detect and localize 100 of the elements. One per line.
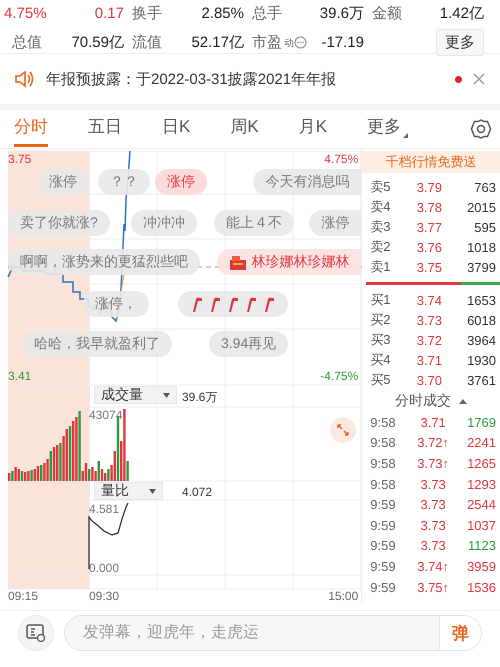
trades-title: 分时成交 (395, 392, 452, 410)
sticker-icon (264, 296, 274, 312)
document-gear-icon (25, 623, 47, 643)
trade-volume: 3959 (466, 558, 496, 574)
bid-level: 买5 (370, 371, 392, 389)
volume-total: 39.6万 (182, 389, 218, 406)
chart-tab[interactable]: 周K (230, 111, 259, 147)
danmaku-settings-button[interactable] (18, 615, 54, 651)
gift-box-icon (229, 254, 248, 270)
ask-volume: 1018 (466, 240, 496, 254)
settings-icon[interactable] (470, 118, 492, 140)
stat-value: 52.17亿 (190, 33, 244, 52)
bid-volume: 3964 (466, 332, 496, 348)
bid-level: 买1 (370, 291, 392, 309)
close-button[interactable] (472, 72, 486, 86)
trade-price: 3.72↑ (416, 435, 450, 450)
dropdown-caret-icon (163, 392, 170, 398)
trade-price: 3.73 (419, 497, 447, 512)
danmaku-comment: 啊啊，涨势来的更猛烈些吧 (8, 249, 200, 275)
ask-volume: 595 (473, 220, 496, 234)
chart-tab[interactable]: 更多 (367, 111, 408, 147)
ask-volume: 3799 (466, 260, 496, 274)
danmaku-comment: 3.94再见 (209, 331, 288, 357)
caret-icon[interactable] (459, 398, 468, 404)
bid-level: 买2 (370, 311, 392, 329)
time-axis-label: 09:15 (8, 589, 38, 603)
danmaku-comment: ？？ (98, 169, 150, 195)
time-axis-label: 09:30 (89, 589, 120, 603)
dropdown-caret-icon (149, 488, 156, 494)
indicator-selector[interactable]: 成交量 (94, 386, 177, 404)
volume-ratio-value: 4.072 (182, 485, 212, 499)
price-low-label: 3.41 (8, 369, 32, 383)
sticker-icon (228, 296, 238, 312)
expand-icon[interactable] (330, 417, 356, 443)
trade-time: 9:59 (370, 580, 397, 595)
bid-volume: 1930 (466, 352, 496, 368)
trade-price: 3.74↑ (416, 558, 450, 574)
ask-price: 3.78 (416, 200, 443, 214)
trade-time: 9:58 (370, 476, 397, 492)
trade-time: 9:58 (370, 435, 397, 450)
bid-volume: 6018 (466, 312, 496, 328)
sticker-icon (246, 296, 256, 312)
more-button[interactable]: 更多 (436, 29, 484, 56)
ask-level: 卖2 (370, 238, 392, 256)
stat-value: 2.85% (200, 5, 244, 22)
danmaku-comment: 卖了你就涨? (8, 210, 110, 236)
danmaku-comment: 今天有消息吗 (253, 169, 362, 195)
ask-price: 3.75 (416, 260, 443, 274)
bid-level: 买3 (370, 331, 392, 349)
volume-peak-label: 43074 (89, 408, 122, 422)
ask-price: 3.79 (416, 180, 443, 194)
bid-price: 3.70 (416, 372, 443, 388)
trade-price: 3.73↑ (416, 456, 450, 471)
change-value: 0.17 (94, 5, 124, 22)
trade-price: 3.73 (419, 476, 447, 492)
stat-value: 70.59亿 (70, 33, 124, 52)
sticker-icon (192, 296, 202, 312)
trade-price: 3.73 (419, 538, 447, 554)
price-high-label: 3.75 (8, 152, 32, 166)
chart-tab[interactable]: 月K (298, 111, 328, 147)
trade-volume: 1037 (466, 518, 496, 533)
chart-tab[interactable]: 日K (162, 111, 190, 147)
trade-price: 3.71 (419, 414, 447, 430)
danmaku-comment: 涨停 (309, 210, 362, 236)
danmaku-comment: 林珍娜林珍娜林 (217, 249, 362, 275)
danmaku-comment: 涨停 (155, 169, 207, 195)
ask-level: 卖4 (370, 198, 392, 216)
ask-price: 3.76 (416, 240, 443, 254)
indicator-selector[interactable]: 量比 (94, 482, 163, 500)
trade-price: 3.73 (419, 518, 447, 533)
bid-volume: 1653 (466, 292, 496, 308)
danmaku-comment: 冲冲冲 (131, 210, 197, 236)
bid-price: 3.74 (416, 292, 443, 308)
trade-volume: 1769 (466, 414, 496, 430)
trade-volume: 1536 (466, 580, 496, 595)
chart-tab[interactable]: 五日 (88, 111, 122, 147)
change-percent: 4.75% (4, 5, 48, 22)
ask-volume: 2015 (466, 200, 496, 214)
trade-volume: 1265 (466, 456, 496, 471)
corner-caret-icon (403, 133, 408, 138)
sticker-icon (210, 296, 220, 312)
trade-time: 9:59 (370, 518, 397, 533)
percent-low-label: -4.75% (320, 369, 358, 383)
notice-text[interactable]: 年报预披露：于2022-03-31披露2021年年报 (46, 70, 445, 88)
bid-level: 买4 (370, 351, 392, 369)
bid-volume: 3761 (466, 372, 496, 388)
stat-value: -17.19 (294, 34, 364, 51)
danmaku-comment: 能上４不 (214, 210, 294, 236)
trade-volume: 2544 (466, 497, 496, 512)
danmaku-comment: 哈哈，我早就盈利了 (22, 331, 172, 357)
danmaku-comment: 涨停， (83, 291, 149, 317)
speaker-icon (14, 69, 36, 89)
ask-level: 卖5 (370, 178, 392, 196)
time-axis-label: 15:00 (328, 589, 358, 603)
info-icon[interactable] (294, 36, 307, 49)
ratio-peak-label: 4.581 (89, 502, 120, 516)
stat-label: 总值 (11, 33, 43, 52)
stat-value: 39.6万 (318, 4, 364, 23)
danmaku-comment: 涨停 (37, 169, 89, 195)
stat-value: 1.42亿 (438, 4, 484, 23)
